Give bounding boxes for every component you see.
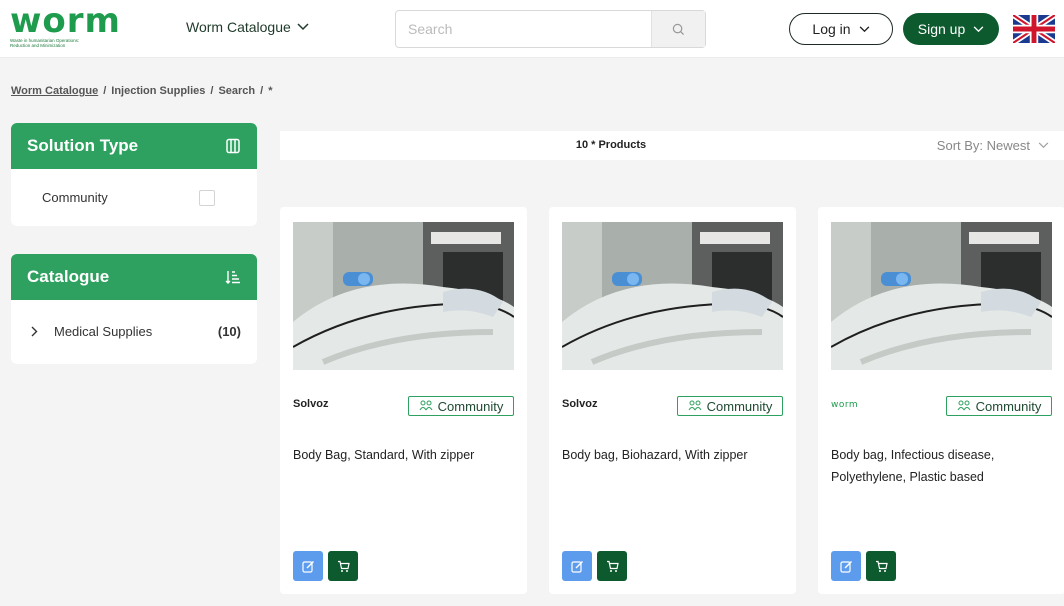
chevron-down-icon	[297, 23, 309, 31]
people-icon	[419, 400, 433, 411]
catalogue-panel: Catalogue Medical Supplies (10)	[11, 254, 257, 364]
brand-logo: Solvoz	[293, 398, 328, 410]
brand-name: Solvoz	[562, 398, 598, 410]
sort-dropdown[interactable]: Sort By: Newest	[937, 138, 1049, 153]
edit-button[interactable]	[562, 551, 592, 581]
people-icon	[688, 400, 702, 411]
product-card[interactable]: worm Community Body bag, Infectious dise…	[818, 207, 1064, 594]
login-label: Log in	[812, 21, 851, 37]
brand-name: worm	[831, 400, 859, 410]
catalogue-item-count: (10)	[217, 323, 241, 339]
catalogue-header[interactable]: Catalogue	[11, 254, 257, 300]
breadcrumb-separator: /	[210, 85, 214, 97]
catalogue-menu-label: Worm Catalogue	[186, 19, 291, 35]
community-badge: Community	[408, 396, 514, 416]
search-icon	[672, 23, 685, 35]
breadcrumb-item[interactable]: Injection Supplies	[111, 85, 205, 97]
signup-label: Sign up	[917, 21, 966, 37]
cart-icon	[337, 560, 350, 572]
catalogue-item-medical-supplies[interactable]: Medical Supplies (10)	[11, 300, 257, 362]
add-to-cart-button[interactable]	[597, 551, 627, 581]
brand-logo: Solvoz	[562, 398, 597, 410]
login-button[interactable]: Log in	[789, 13, 893, 45]
search-input[interactable]	[396, 11, 651, 47]
chevron-right-icon[interactable]	[31, 326, 38, 337]
edit-button[interactable]	[293, 551, 323, 581]
badge-label: Community	[706, 398, 773, 414]
cart-icon	[606, 560, 619, 572]
edit-icon	[301, 560, 314, 573]
chevron-down-icon	[1038, 142, 1049, 149]
product-image[interactable]	[293, 222, 514, 370]
book-icon	[226, 138, 240, 154]
worm-logo[interactable]: worm Waste in humanitarian Operations: R…	[10, 1, 150, 50]
search-button[interactable]	[651, 11, 705, 47]
product-image[interactable]	[562, 222, 783, 370]
top-header: worm Waste in humanitarian Operations: R…	[0, 0, 1064, 58]
body-bag-image	[562, 222, 783, 370]
sort-list-icon	[225, 271, 240, 284]
product-image[interactable]	[831, 222, 1052, 370]
body-bag-image	[831, 222, 1052, 370]
people-icon	[957, 400, 971, 411]
product-card[interactable]: Solvoz Community Body Bag, Standard, Wit…	[280, 207, 527, 594]
signup-button[interactable]: Sign up	[903, 13, 999, 45]
badge-label: Community	[437, 398, 504, 414]
community-badge: Community	[677, 396, 783, 416]
add-to-cart-button[interactable]	[328, 551, 358, 581]
community-badge: Community	[946, 396, 1052, 416]
edit-icon	[839, 560, 852, 573]
cart-icon	[875, 560, 888, 572]
results-toolbar: 10 * Products Sort By: Newest	[280, 131, 1064, 160]
solution-type-title: Solution Type	[27, 136, 139, 155]
solution-type-header[interactable]: Solution Type	[11, 123, 257, 169]
breadcrumb: Worm Catalogue / Injection Supplies / Search…	[11, 85, 273, 97]
sort-label: Sort By: Newest	[936, 138, 1030, 153]
body-bag-image	[293, 222, 514, 370]
product-count: 10 * Products	[575, 139, 647, 151]
product-name[interactable]: Body bag, Infectious disease, Polyethyle…	[831, 444, 1053, 488]
breadcrumb-separator: /	[260, 85, 264, 97]
add-to-cart-button[interactable]	[866, 551, 896, 581]
product-name[interactable]: Body Bag, Standard, With zipper	[293, 444, 515, 466]
catalogue-item-label: Medical Supplies	[54, 323, 153, 339]
catalogue-menu[interactable]: Worm Catalogue	[186, 19, 309, 35]
filter-option-community[interactable]: Community	[11, 169, 257, 226]
brand-name: Solvoz	[293, 398, 329, 410]
brand-logo: worm	[831, 400, 858, 410]
catalogue-title: Catalogue	[27, 267, 110, 286]
chevron-down-icon	[859, 25, 869, 32]
community-checkbox[interactable]	[199, 189, 215, 206]
product-card[interactable]: Solvoz Community Body bag, Biohazard, Wi…	[549, 207, 796, 594]
uk-flag-icon[interactable]	[1013, 15, 1055, 43]
chevron-down-icon	[973, 25, 984, 32]
search-bar	[395, 10, 706, 48]
breadcrumb-item: *	[268, 85, 273, 97]
breadcrumb-item[interactable]: Search	[218, 85, 255, 97]
product-name[interactable]: Body bag, Biohazard, With zipper	[562, 444, 784, 466]
logo-wordmark: worm	[10, 1, 121, 41]
breadcrumb-separator: /	[103, 85, 107, 97]
filter-option-label: Community	[42, 190, 108, 205]
badge-label: Community	[975, 398, 1042, 414]
solution-type-panel: Solution Type Community	[11, 123, 257, 226]
breadcrumb-item[interactable]: Worm Catalogue	[11, 85, 98, 97]
edit-icon	[570, 560, 583, 573]
edit-button[interactable]	[831, 551, 861, 581]
